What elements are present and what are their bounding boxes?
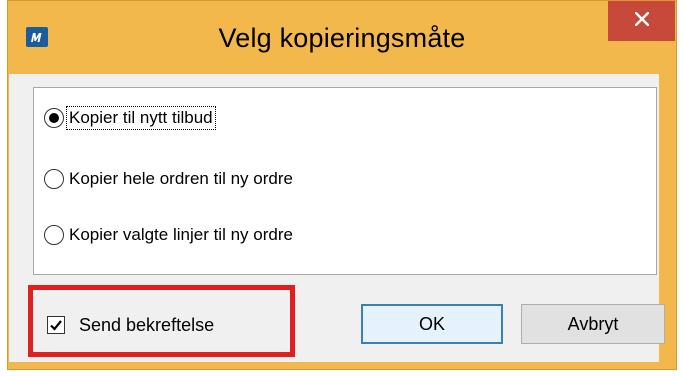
window-title: Velg kopieringsmåte (218, 23, 466, 53)
radio-dot (49, 113, 59, 123)
radio-label-whole-order: Kopier hele ordren til ny ordre (69, 169, 293, 188)
checkbox-label: Send bekreftelse (79, 314, 215, 335)
radio-button-selected[interactable] (44, 108, 64, 128)
radio-button[interactable] (44, 225, 64, 245)
cancel-button[interactable]: Avbryt (521, 304, 665, 344)
send-confirmation-checkbox[interactable]: Send bekreftelse (47, 312, 214, 338)
radio-option-whole-order[interactable]: Kopier hele ordren til ny ordre (44, 165, 295, 193)
radio-label-selected-lines: Kopier valgte linjer til ny ordre (69, 225, 293, 244)
close-icon (633, 10, 650, 31)
radio-option-selected-lines[interactable]: Kopier valgte linjer til ny ordre (44, 221, 295, 249)
checkmark-icon (50, 320, 62, 331)
radio-button[interactable] (44, 169, 64, 189)
title-bar[interactable]: Velg kopieringsmåte (8, 1, 676, 75)
close-button[interactable] (608, 1, 675, 41)
copy-mode-group: Kopier til nytt tilbud Kopier hele ordre… (33, 87, 657, 275)
radio-label-new-quote: Kopier til nytt tilbud (66, 106, 216, 130)
radio-option-new-quote[interactable]: Kopier til nytt tilbud (44, 104, 216, 132)
ok-button[interactable]: OK (361, 304, 503, 344)
checkbox[interactable] (47, 316, 65, 334)
